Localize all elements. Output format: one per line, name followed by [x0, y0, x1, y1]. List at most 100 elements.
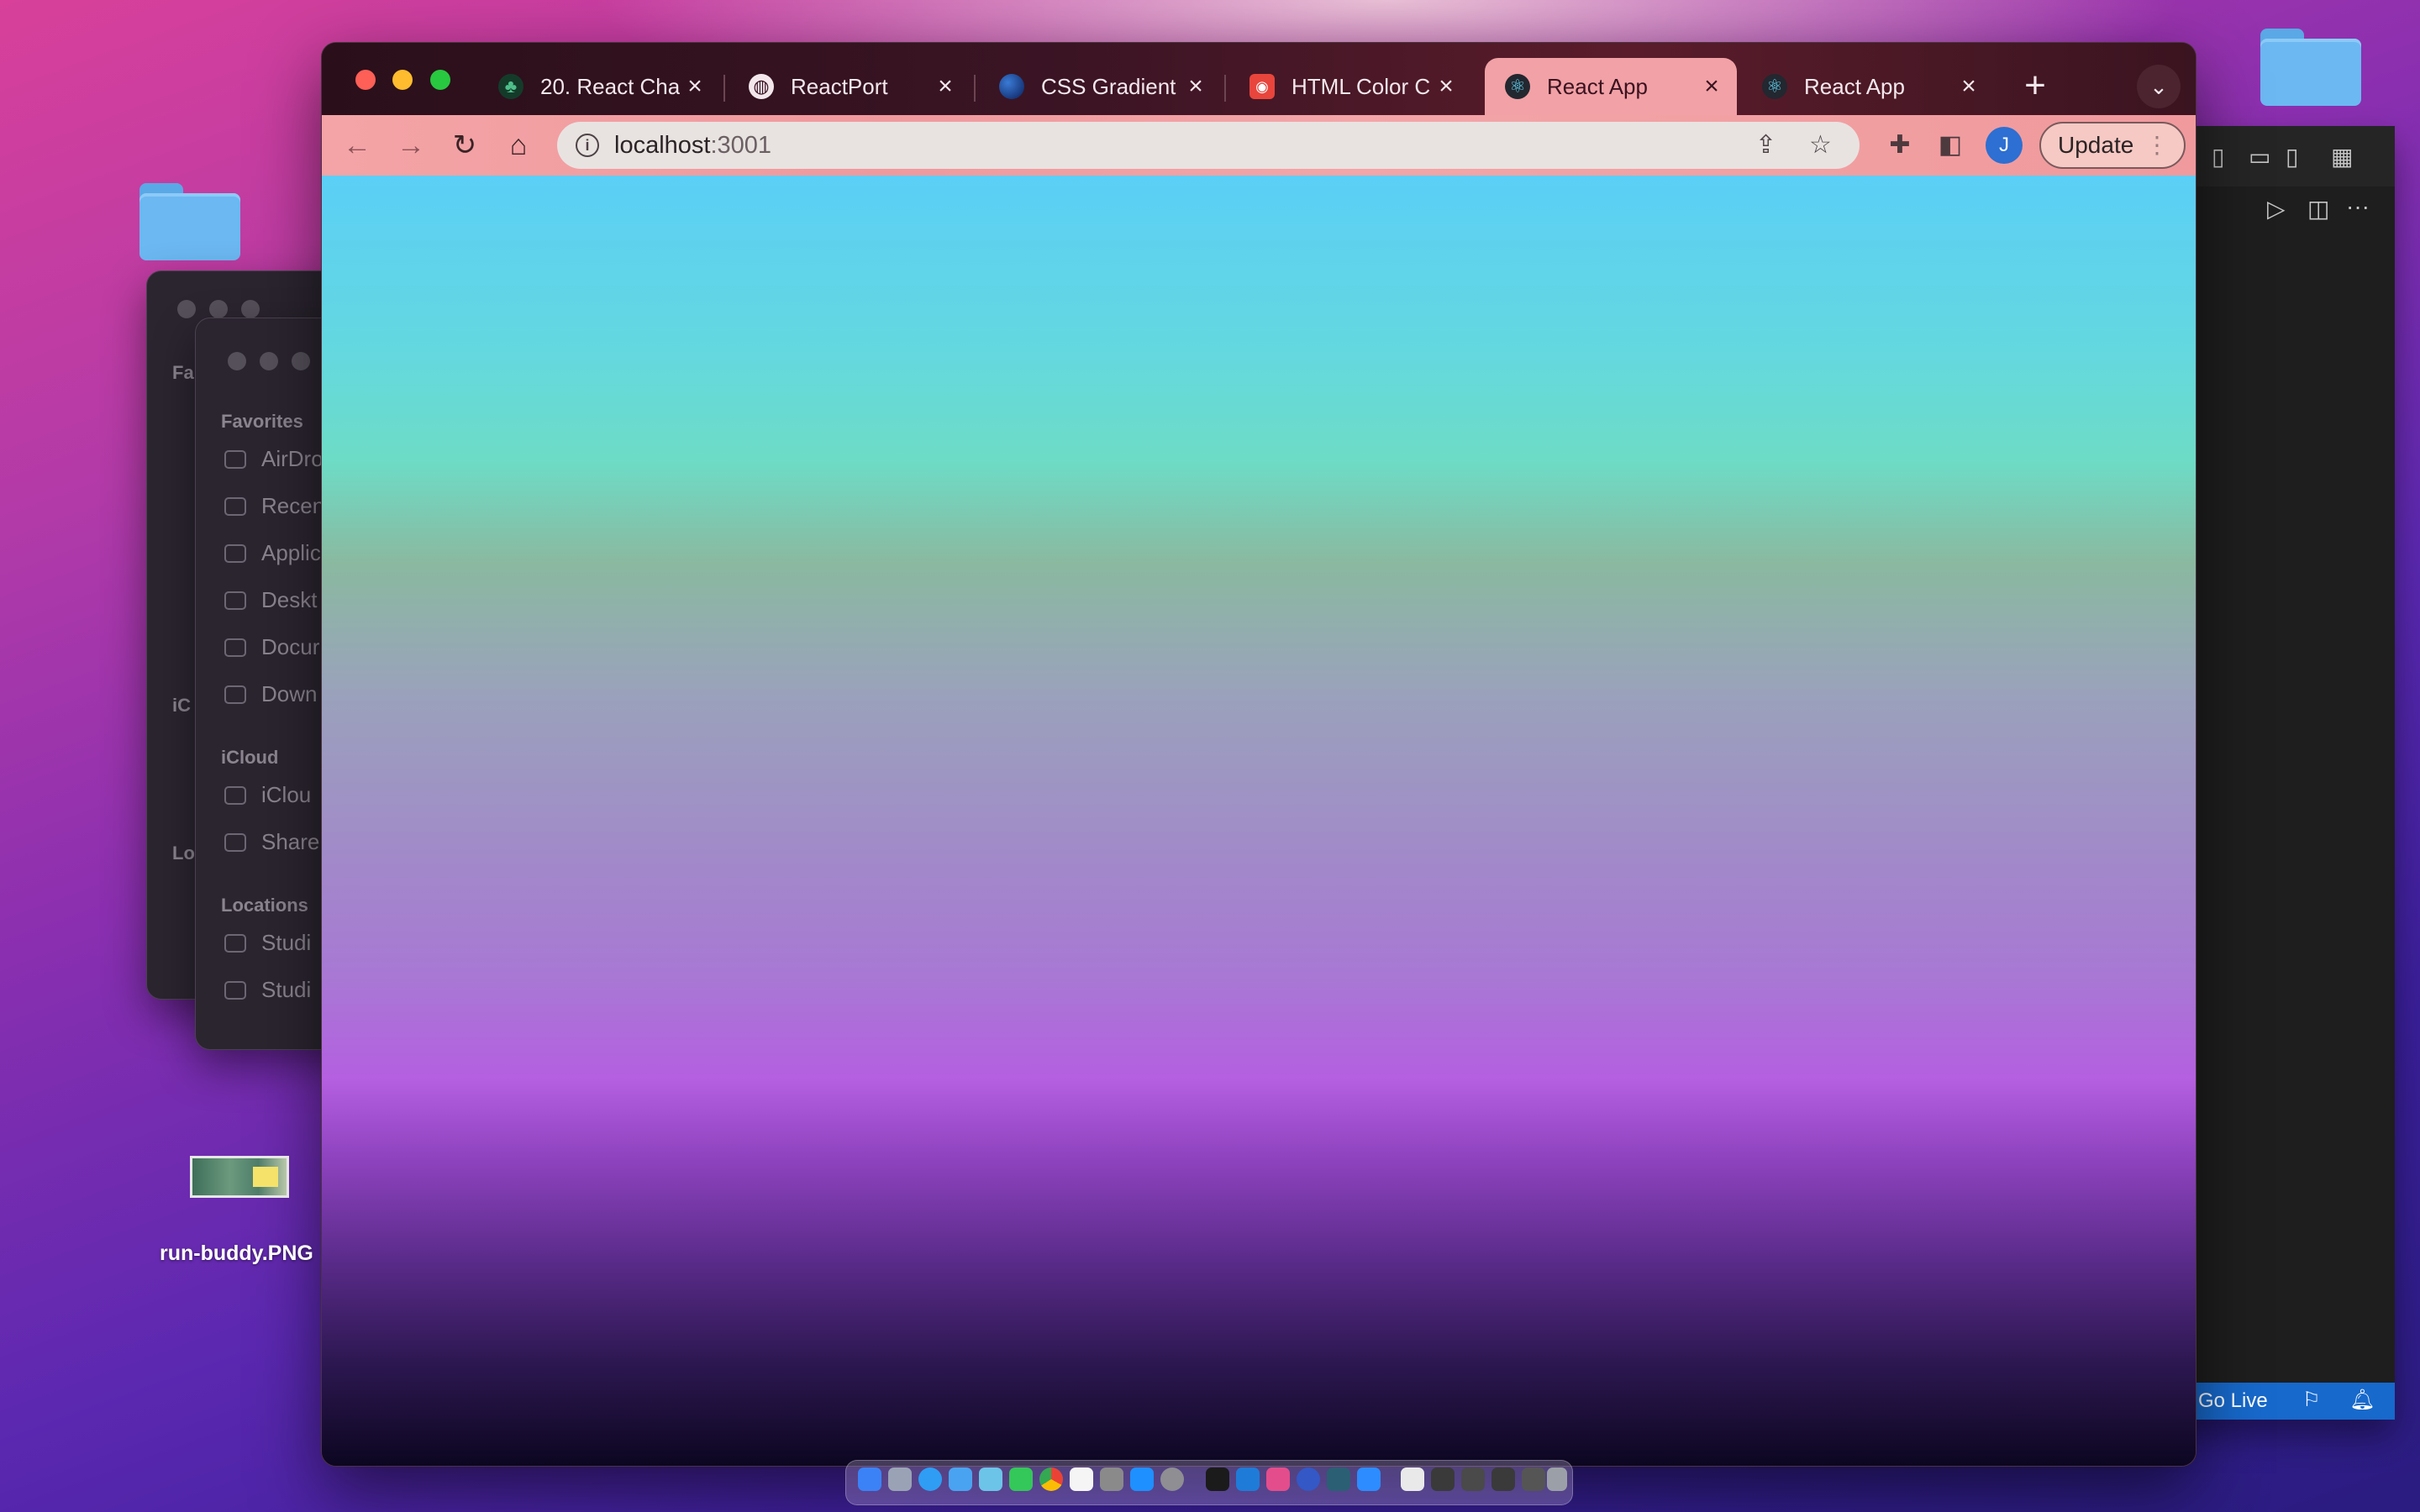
sidebar-item-applications[interactable]: Applic — [224, 540, 321, 566]
safari-app-icon[interactable] — [918, 1467, 942, 1491]
tab-css-gradient[interactable]: CSS Gradient – × — [979, 58, 1221, 115]
new-tab-button[interactable]: + — [2014, 65, 2056, 107]
dock — [845, 1460, 1573, 1505]
tab-react-challenge[interactable]: ♣ 20. React Chall × — [478, 58, 720, 115]
tab-react-app-active[interactable]: ⚛ React App × — [1485, 58, 1737, 115]
sidebar-item-location[interactable]: Studi — [224, 930, 311, 956]
shared-folder-icon — [224, 833, 246, 852]
go-live-button[interactable]: Go Live — [2198, 1389, 2268, 1413]
sidebar-item-airdrop[interactable]: AirDro — [224, 446, 324, 472]
window-controls — [228, 352, 324, 375]
sidebar-item-recents[interactable]: Recen — [224, 493, 324, 519]
calendar-app-icon[interactable] — [1070, 1467, 1093, 1491]
back-button[interactable]: ← — [337, 125, 377, 165]
sidebar-item-shared[interactable]: Share — [224, 829, 319, 855]
screenshot-thumbnail-icon[interactable] — [1491, 1467, 1515, 1491]
document-icon[interactable] — [1401, 1467, 1424, 1491]
close-tab-icon[interactable]: × — [680, 72, 710, 101]
airdrop-icon — [224, 450, 246, 469]
profile-avatar[interactable]: J — [1986, 127, 2023, 164]
site-info-icon[interactable]: i — [576, 134, 599, 157]
trash-icon[interactable] — [1547, 1467, 1567, 1491]
desktop-folder-icon[interactable] — [2260, 29, 2361, 106]
facetime-app-icon[interactable] — [1009, 1467, 1033, 1491]
vscode-app-icon[interactable] — [1236, 1467, 1260, 1491]
close-tab-icon[interactable]: × — [930, 72, 960, 101]
url-text[interactable]: localhost:3001 — [614, 132, 771, 160]
page-gradient-background — [322, 176, 2196, 1466]
sidebar-item-desktop[interactable]: Deskt — [224, 587, 317, 613]
run-icon[interactable]: ▷ — [2267, 195, 2286, 223]
app-store-icon[interactable] — [1130, 1467, 1154, 1491]
color-picker-icon: ◉ — [1249, 74, 1275, 99]
close-tab-icon[interactable]: × — [1181, 72, 1211, 101]
share-icon[interactable]: ⇪ — [1755, 130, 1776, 160]
tab-html-color-codes[interactable]: ◉ HTML Color Co × — [1229, 58, 1471, 115]
close-tab-icon[interactable]: × — [1954, 72, 1984, 101]
chrome-window[interactable]: ♣ 20. React Chall × ◍ ReactPort × CSS Gr… — [321, 42, 2196, 1467]
file-label[interactable]: run-buddy.PNG — [160, 1242, 313, 1266]
side-panel-icon[interactable]: ◧ — [1932, 127, 1969, 164]
home-button[interactable]: ⌂ — [498, 125, 539, 165]
extensions-icon[interactable]: ✚ — [1881, 127, 1918, 164]
sidebar-item-icloud-drive[interactable]: iClou — [224, 782, 311, 808]
chrome-app-icon[interactable] — [1039, 1467, 1063, 1491]
notifications-icon[interactable]: 🔔︎ — [2349, 1388, 2375, 1412]
gradient-icon — [999, 74, 1024, 99]
more-actions-icon[interactable]: ··· — [2346, 193, 2370, 220]
sidebar-item-downloads[interactable]: Down — [224, 681, 317, 707]
react-icon: ⚛ — [1505, 74, 1530, 99]
screenshot-thumbnail-icon[interactable] — [1461, 1467, 1485, 1491]
layout-icon[interactable]: ▦ — [2331, 143, 2353, 171]
settings-app-icon[interactable] — [1160, 1467, 1184, 1491]
tab-react-app[interactable]: ⚛ React App × — [1742, 58, 1994, 115]
tab-separator — [723, 75, 725, 102]
sidebar-section-icloud: iCloud — [221, 747, 279, 768]
cloud-icon — [224, 786, 246, 805]
split-editor-icon[interactable]: ◫ — [2307, 195, 2329, 223]
terminal-app-icon[interactable] — [1206, 1467, 1229, 1491]
feedback-icon[interactable]: ⚐ — [2302, 1388, 2321, 1412]
leaf-icon: ♣ — [498, 74, 523, 99]
minimize-window-button[interactable] — [392, 70, 413, 90]
zoom-app-icon[interactable] — [1357, 1467, 1381, 1491]
browser-app-icon[interactable] — [1297, 1467, 1320, 1491]
toggle-sidebar-icon[interactable]: ▯ — [2212, 143, 2224, 171]
drive-icon — [224, 934, 246, 953]
downloads-stack-icon[interactable] — [1522, 1467, 1545, 1491]
forward-button[interactable]: → — [391, 125, 431, 165]
applications-icon — [224, 544, 246, 563]
zoom-window-button[interactable] — [429, 70, 450, 90]
drive-icon — [224, 981, 246, 1000]
sidebar-section-favorites: Fa — [172, 362, 194, 383]
desktop-folder-icon[interactable] — [139, 183, 240, 260]
address-bar[interactable]: i localhost:3001 ⇪ ☆ — [557, 122, 1860, 169]
launchpad-app-icon[interactable] — [888, 1467, 912, 1491]
tab-strip: ♣ 20. React Chall × ◍ ReactPort × CSS Gr… — [322, 43, 2196, 115]
update-button[interactable]: Update ⋮ — [2039, 122, 2186, 169]
tab-search-button[interactable]: ⌄ — [2137, 65, 2181, 108]
tab-reactport[interactable]: ◍ ReactPort × — [729, 58, 971, 115]
slack-app-icon[interactable] — [1266, 1467, 1290, 1491]
finder-app-icon[interactable] — [858, 1467, 881, 1491]
desktop-icon — [224, 591, 246, 610]
maps-app-icon[interactable] — [979, 1467, 1002, 1491]
close-tab-icon[interactable]: × — [1431, 72, 1461, 101]
menu-dots-icon[interactable]: ⋮ — [2145, 123, 2169, 167]
sidebar-section-locations: Locations — [221, 895, 308, 916]
close-window-button[interactable] — [355, 70, 376, 90]
toggle-secondary-sidebar-icon[interactable]: ▯ — [2286, 143, 2298, 171]
file-thumbnail[interactable] — [190, 1156, 289, 1198]
notes-app-icon[interactable] — [1100, 1467, 1123, 1491]
tab-separator — [1224, 75, 1226, 102]
clock-icon — [224, 497, 246, 516]
github-desktop-app-icon[interactable] — [1327, 1467, 1350, 1491]
sidebar-item-documents[interactable]: Docur — [224, 634, 319, 660]
close-tab-icon[interactable]: × — [1697, 72, 1727, 101]
bookmark-star-icon[interactable]: ☆ — [1809, 130, 1832, 160]
toggle-panel-icon[interactable]: ▭ — [2249, 143, 2270, 171]
reload-button[interactable]: ↻ — [445, 125, 485, 165]
sidebar-item-location[interactable]: Studi — [224, 977, 311, 1003]
mail-app-icon[interactable] — [949, 1467, 972, 1491]
screenshot-thumbnail-icon[interactable] — [1431, 1467, 1455, 1491]
